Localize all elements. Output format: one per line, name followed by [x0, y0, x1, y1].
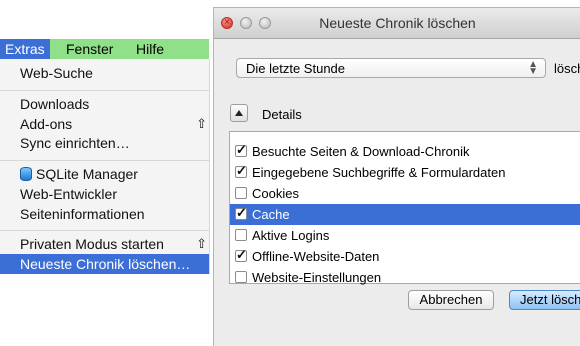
dialog-title: Neueste Chronik löschen: [319, 15, 476, 31]
list-item[interactable]: Aktive Logins: [230, 225, 580, 246]
menu-extras[interactable]: Extras: [0, 39, 50, 59]
menu-hilfe[interactable]: Hilfe: [131, 39, 169, 59]
menu-item-web-suche[interactable]: Web-Suche: [0, 63, 209, 83]
database-icon: [20, 167, 32, 181]
details-toggle-button[interactable]: [230, 104, 248, 122]
menu-item-label: Web-Entwickler: [20, 186, 117, 202]
menu-item-label: SQLite Manager: [36, 166, 138, 182]
menu-item-label: Downloads: [20, 96, 90, 112]
list-item[interactable]: Besuchte Seiten & Download-Chronik: [230, 141, 580, 162]
menu-item-label: Add-ons: [20, 116, 73, 132]
menu-item-web-entwickler[interactable]: Web-Entwickler: [0, 184, 209, 204]
menu-item-neueste-chronik-loeschen[interactable]: Neueste Chronik löschen…: [0, 254, 209, 274]
cancel-button[interactable]: Abbrechen: [408, 290, 494, 310]
menu-fenster[interactable]: Fenster: [61, 39, 118, 59]
clear-history-dialog: × Neueste Chronik löschen Die letzte Stu…: [213, 7, 580, 346]
time-range-label: lösch: [554, 61, 580, 76]
checkbox-website-einstellungen[interactable]: [235, 271, 247, 283]
menu-item-add-ons[interactable]: Add-ons ⇧: [0, 114, 209, 134]
clear-now-button[interactable]: Jetzt lösch: [509, 290, 580, 310]
menu-item-label: Seiteninformationen: [20, 206, 145, 222]
history-items-list: Besuchte Seiten & Download-Chronik Einge…: [229, 131, 580, 285]
menu-item-downloads[interactable]: Downloads: [0, 94, 209, 114]
list-item[interactable]: Eingegebene Suchbegriffe & Formulardaten: [230, 162, 580, 183]
menu-separator: [0, 160, 209, 161]
list-item[interactable]: Offline-Website-Daten: [230, 246, 580, 267]
list-item[interactable]: Cookies: [230, 183, 580, 204]
menu-item-label: Web-Suche: [20, 65, 93, 81]
shift-shortcut-icon: ⇧: [196, 236, 207, 251]
menu-separator: [0, 230, 209, 231]
checkbox-cookies[interactable]: [235, 187, 247, 199]
details-label: Details: [262, 107, 302, 122]
list-item-label: Website-Einstellungen: [252, 270, 382, 285]
list-item-label: Eingegebene Suchbegriffe & Formulardaten: [252, 165, 506, 180]
menu-item-label: Privaten Modus starten: [20, 236, 164, 252]
menu-item-label: Neueste Chronik löschen…: [20, 256, 191, 272]
dialog-titlebar[interactable]: × Neueste Chronik löschen: [214, 8, 580, 39]
updown-chevron-icon: ▲ ▼: [528, 59, 538, 77]
menu-item-label: Sync einrichten…: [20, 135, 130, 151]
list-item-label: Cache: [252, 207, 290, 222]
triangle-up-icon: [235, 110, 243, 116]
list-item[interactable]: Cache: [230, 204, 580, 225]
list-item-label: Aktive Logins: [252, 228, 330, 243]
menu-item-sqlite-manager[interactable]: SQLite Manager: [0, 164, 209, 184]
checkbox-besuchte-seiten[interactable]: [235, 142, 247, 158]
menu-item-sync[interactable]: Sync einrichten…: [0, 133, 209, 153]
list-item[interactable]: Website-Einstellungen: [230, 267, 580, 288]
menu-separator: [0, 90, 209, 91]
list-item-label: Besuchte Seiten & Download-Chronik: [252, 144, 470, 159]
checkbox-aktive-logins[interactable]: [235, 229, 247, 241]
list-item-label: Offline-Website-Daten: [252, 249, 380, 264]
shift-shortcut-icon: ⇧: [196, 116, 207, 131]
checkbox-cache[interactable]: [235, 205, 247, 221]
time-range-select[interactable]: Die letzte Stunde ▲ ▼: [236, 58, 546, 78]
list-item-label: Cookies: [252, 186, 299, 201]
time-range-value: Die letzte Stunde: [246, 61, 346, 76]
menu-item-seiteninformationen[interactable]: Seiteninformationen: [0, 204, 209, 224]
checkbox-suchbegriffe[interactable]: [235, 163, 247, 179]
menubar: Extras Fenster Hilfe: [0, 39, 209, 59]
extras-menu: Web-Suche Downloads Add-ons ⇧ Sync einric…: [0, 59, 210, 274]
checkbox-offline-daten[interactable]: [235, 247, 247, 263]
menu-item-privaten-modus[interactable]: Privaten Modus starten ⇧: [0, 234, 209, 254]
